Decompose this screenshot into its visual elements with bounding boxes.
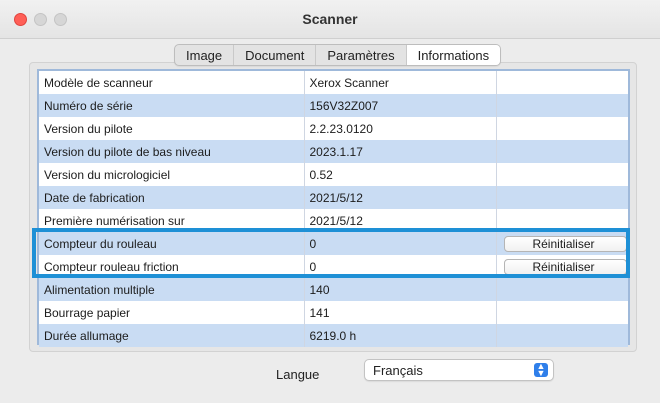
- title-bar: Scanner: [0, 0, 660, 39]
- row-value: 156V32Z007: [304, 94, 497, 117]
- language-select[interactable]: Français ▲ ▼: [364, 359, 554, 381]
- scanner-window: Scanner Image Document Paramètres Inform…: [0, 0, 660, 403]
- info-table: Modèle de scanneur Xerox Scanner Numéro …: [37, 69, 630, 347]
- row-value: 2023.1.17: [304, 140, 497, 163]
- tab-bar: Image Document Paramètres Informations: [174, 44, 502, 66]
- row-value: 2021/5/12: [304, 209, 497, 232]
- row-label: Durée allumage: [39, 324, 305, 347]
- table-row: Numéro de série 156V32Z007: [39, 94, 628, 117]
- row-action: [496, 209, 628, 232]
- table-row: Première numérisation sur 2021/5/12: [39, 209, 628, 232]
- reset-friction-roller-counter-button[interactable]: Réinitialiser: [503, 258, 627, 275]
- chevron-up-down-icon: ▲ ▼: [534, 362, 548, 378]
- table-row: Version du pilote 2.2.23.0120: [39, 117, 628, 140]
- row-value: 6219.0 h: [304, 324, 497, 347]
- row-action: [496, 140, 628, 163]
- row-label: Version du pilote de bas niveau: [39, 140, 305, 163]
- row-label: Version du micrologiciel: [39, 163, 305, 186]
- row-label: Version du pilote: [39, 117, 305, 140]
- row-action: [496, 163, 628, 186]
- table-row: Bourrage papier 141: [39, 301, 628, 324]
- reset-roller-counter-button[interactable]: Réinitialiser: [503, 235, 627, 252]
- language-selected-value: Français: [373, 363, 423, 378]
- tab-image[interactable]: Image: [175, 45, 235, 65]
- table-row: Durée allumage 6219.0 h: [39, 324, 628, 347]
- row-value: 2.2.23.0120: [304, 117, 497, 140]
- table-row: Date de fabrication 2021/5/12: [39, 186, 628, 209]
- table-row: Version du micrologiciel 0.52: [39, 163, 628, 186]
- row-action: [496, 94, 628, 117]
- row-label: Compteur rouleau friction: [39, 255, 305, 278]
- row-label: Compteur du rouleau: [39, 232, 305, 255]
- row-value: 2021/5/12: [304, 186, 497, 209]
- row-action: [496, 301, 628, 324]
- row-value: 0: [304, 232, 497, 255]
- row-value: 140: [304, 278, 497, 301]
- row-value: Xerox Scanner: [304, 71, 497, 94]
- row-value: 141: [304, 301, 497, 324]
- row-value: 0.52: [304, 163, 497, 186]
- row-action: Réinitialiser: [496, 232, 628, 255]
- language-label: Langue: [276, 367, 320, 382]
- row-action: [496, 117, 628, 140]
- row-label: Première numérisation sur: [39, 209, 305, 232]
- table-row: Compteur du rouleau 0 Réinitialiser: [39, 232, 628, 255]
- table-row: Version du pilote de bas niveau 2023.1.1…: [39, 140, 628, 163]
- tab-document[interactable]: Document: [234, 45, 317, 65]
- row-action: [496, 324, 628, 347]
- table-row: Modèle de scanneur Xerox Scanner: [39, 71, 628, 94]
- row-label: Bourrage papier: [39, 301, 305, 324]
- row-value: 0: [304, 255, 497, 278]
- tab-parametres[interactable]: Paramètres: [316, 45, 407, 65]
- row-action: [496, 186, 628, 209]
- row-action: [496, 278, 628, 301]
- row-label: Alimentation multiple: [39, 278, 305, 301]
- table-row: Alimentation multiple 140: [39, 278, 628, 301]
- row-action: Réinitialiser: [496, 255, 628, 278]
- row-action: [496, 71, 628, 94]
- row-label: Modèle de scanneur: [39, 71, 305, 94]
- table-row: Compteur rouleau friction 0 Réinitialise…: [39, 255, 628, 278]
- row-label: Date de fabrication: [39, 186, 305, 209]
- row-label: Numéro de série: [39, 94, 305, 117]
- window-title: Scanner: [302, 11, 358, 27]
- tab-informations[interactable]: Informations: [406, 45, 501, 65]
